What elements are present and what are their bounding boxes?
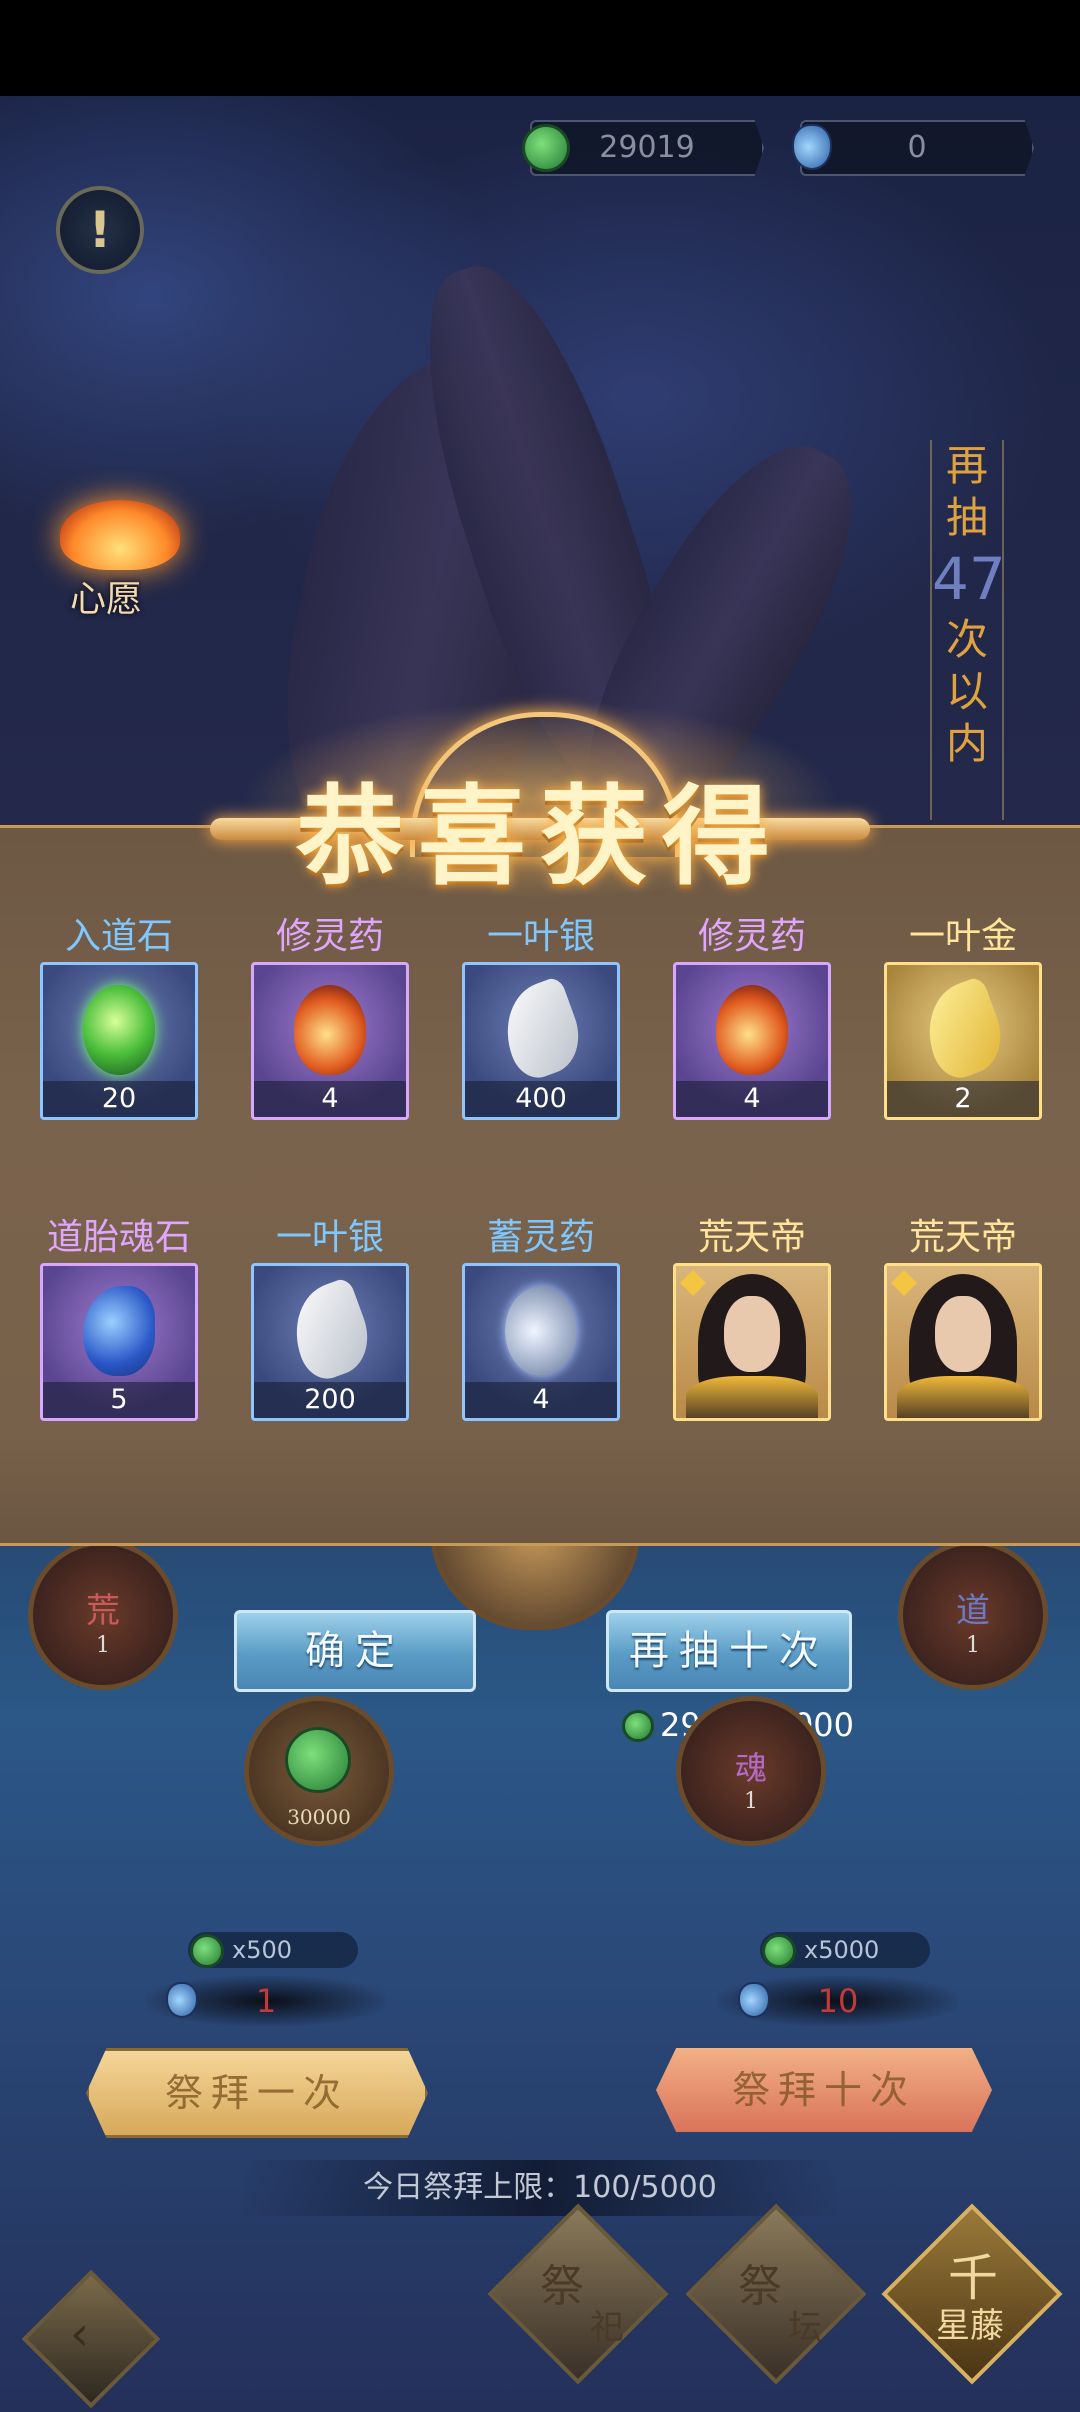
seal-char: 荒 bbox=[86, 1591, 120, 1631]
reward-item-name: 一叶银 bbox=[486, 916, 595, 957]
reward-item-count: 20 bbox=[43, 1081, 195, 1117]
reward-item[interactable]: 蓄灵药 4 bbox=[462, 1213, 620, 1421]
jade-coin-altar[interactable]: 30000 bbox=[244, 1696, 394, 1846]
reward-item-name: 蓄灵药 bbox=[486, 1217, 595, 1258]
nav-label: 祭 bbox=[540, 2261, 584, 2312]
seal-count: 1 bbox=[96, 1633, 110, 1658]
pity-text: 次 bbox=[945, 615, 988, 664]
reward-item-name: 一叶银 bbox=[275, 1217, 384, 1258]
jade-coin-icon bbox=[285, 1727, 351, 1793]
wish-label: 心愿 bbox=[70, 579, 143, 620]
seal-char: 道 bbox=[956, 1591, 990, 1631]
jade-coin-icon bbox=[762, 1934, 796, 1968]
draw-ten-again-button[interactable]: 再抽十次 bbox=[606, 1610, 852, 1692]
pity-counter: 再 抽 47 次 以 内 bbox=[930, 440, 1006, 820]
reward-item[interactable]: 修灵药 4 bbox=[251, 912, 409, 1120]
green-stone-icon bbox=[83, 985, 155, 1075]
potion-icon bbox=[738, 1982, 770, 2018]
reward-item-name: 一叶金 bbox=[908, 916, 1017, 957]
reward-item[interactable]: 荒天帝 bbox=[884, 1213, 1042, 1421]
pity-text: 再 bbox=[945, 441, 988, 490]
seal-count: 1 bbox=[744, 1789, 758, 1814]
reward-item-name: 荒天帝 bbox=[908, 1217, 1017, 1258]
seal-char: 魂 bbox=[734, 1749, 767, 1787]
back-arrow-icon: ‹ bbox=[70, 2306, 90, 2362]
seal-count: 1 bbox=[966, 1633, 980, 1658]
potion-amount: 0 bbox=[907, 130, 927, 165]
hero-portrait-icon bbox=[676, 1266, 828, 1418]
pity-text: 内 bbox=[945, 719, 988, 768]
lotus-icon bbox=[60, 500, 180, 570]
reward-item[interactable]: 荒天帝 bbox=[673, 1213, 831, 1421]
gold-leaf-icon bbox=[913, 975, 1013, 1085]
vial-icon bbox=[505, 1286, 577, 1376]
wish-button[interactable]: 心愿 bbox=[50, 500, 190, 620]
jade-coin-icon bbox=[522, 124, 570, 172]
potion-icon bbox=[166, 1982, 198, 2018]
jade-coin-icon bbox=[622, 1710, 654, 1742]
gourd-icon bbox=[294, 985, 366, 1075]
silver-leaf-icon bbox=[280, 1276, 380, 1386]
reward-item-name: 道胎魂石 bbox=[46, 1217, 191, 1258]
reward-item-count: 2 bbox=[887, 1081, 1039, 1117]
nav-label: 祭 bbox=[738, 2261, 782, 2312]
worship-once-button[interactable]: 祭拜一次 bbox=[86, 2048, 428, 2138]
reward-item-count: 200 bbox=[254, 1382, 406, 1418]
reward-item[interactable]: 道胎魂石 5 bbox=[40, 1213, 198, 1421]
confirm-button[interactable]: 确定 bbox=[234, 1610, 476, 1692]
info-button[interactable]: ! bbox=[56, 186, 144, 274]
reward-item-count: 5 bbox=[43, 1382, 195, 1418]
reward-item-count: 4 bbox=[254, 1081, 406, 1117]
reward-item[interactable]: 一叶银 400 bbox=[462, 912, 620, 1120]
reward-item[interactable]: 修灵药 4 bbox=[673, 912, 831, 1120]
reward-item-count: 400 bbox=[465, 1081, 617, 1117]
potion-icon bbox=[792, 124, 832, 170]
reward-title: 恭喜获得 bbox=[295, 774, 784, 900]
price-text: x500 bbox=[232, 1936, 293, 1964]
reward-item[interactable]: 一叶银 200 bbox=[251, 1213, 409, 1421]
soul-stone-icon bbox=[83, 1286, 155, 1376]
reward-item-count: 4 bbox=[676, 1081, 828, 1117]
price-text: x5000 bbox=[804, 1936, 880, 1964]
nav-label: 星藤 bbox=[936, 2306, 1004, 2346]
silver-leaf-icon bbox=[491, 975, 591, 1085]
nav-label: 坛 bbox=[788, 2308, 822, 2348]
pity-count: 47 bbox=[932, 545, 1006, 613]
pity-text: 以 bbox=[945, 667, 988, 716]
gourd-icon bbox=[716, 985, 788, 1075]
fragment-badge-icon bbox=[680, 1270, 706, 1296]
soul-seal-altar[interactable]: 魂 1 bbox=[676, 1696, 826, 1846]
reward-item-count: 4 bbox=[465, 1382, 617, 1418]
reward-item[interactable]: 一叶金 2 bbox=[884, 912, 1042, 1120]
hero-portrait-icon bbox=[887, 1266, 1039, 1418]
potion-currency-display: 0 bbox=[800, 120, 1034, 176]
fragment-badge-icon bbox=[891, 1270, 917, 1296]
status-bar bbox=[0, 0, 1080, 96]
reward-item[interactable]: 入道石 20 bbox=[40, 912, 198, 1120]
reward-item-name: 入道石 bbox=[64, 916, 173, 957]
nav-label: 祀 bbox=[590, 2308, 624, 2348]
altar-seal-right[interactable]: 道 1 bbox=[898, 1540, 1048, 1690]
worship-ten-button[interactable]: 祭拜十次 bbox=[656, 2048, 992, 2132]
reward-item-name: 荒天帝 bbox=[697, 1217, 806, 1258]
reward-item-name: 修灵药 bbox=[697, 916, 806, 957]
pity-text: 抽 bbox=[945, 493, 988, 542]
jade-coin-value: 30000 bbox=[287, 1805, 351, 1829]
altar-seal-left[interactable]: 荒 1 bbox=[28, 1540, 178, 1690]
daily-limit: 今日祭拜上限：100/5000 bbox=[240, 2160, 840, 2216]
reward-item-name: 修灵药 bbox=[275, 916, 384, 957]
jade-coin-icon bbox=[190, 1934, 224, 1968]
